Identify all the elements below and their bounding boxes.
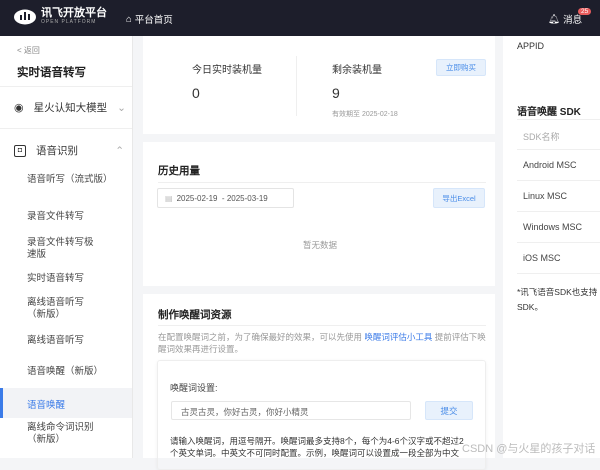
home-icon: ⌂ — [126, 13, 132, 25]
sdk-table-header: SDK名称 — [523, 132, 560, 142]
logo-title: 讯飞开放平台 — [41, 7, 107, 19]
sidebar-item[interactable]: 语音唤醒（新版） — [27, 366, 122, 378]
wakeword-title: 制作唤醒词资源 — [158, 309, 232, 321]
bell-icon: 🔔︎ — [548, 13, 561, 25]
sdk-note: *讯飞语音SDK也支持 — [517, 287, 598, 297]
sidebar: < 返回 实时语音转写 ◉ 星火认知大模型 ⌄ ◘ 语音识别 ⌃ 语音听写（流式版） 录… — [0, 36, 133, 458]
remaining-installs-value: 9 — [332, 85, 340, 101]
home-label: 平台首页 — [134, 15, 173, 26]
sdk-note-end: SDK。 — [517, 302, 543, 312]
home-link[interactable]: ⌂ 平台首页 — [126, 12, 173, 27]
today-installs-label: 今日实时装机量 — [192, 65, 262, 76]
sidebar-group-spark[interactable]: ◉ 星火认知大模型 ⌄ — [14, 100, 126, 115]
messages-badge: 25 — [578, 8, 592, 15]
sdk-title: 语音唤醒 SDK — [517, 107, 581, 118]
sidebar-item[interactable]: 离线命令词识别（新版） — [27, 422, 102, 446]
microphone-icon: ◘ — [14, 144, 26, 157]
main-content: 今日实时装机量 0 剩余装机量 9 有效期至 2025-02-18 立即购买 历… — [143, 36, 495, 470]
wakeword-tool-link[interactable]: 唤醒词评估小工具 — [364, 332, 432, 342]
sidebar-page-title: 实时语音转写 — [17, 67, 86, 79]
export-excel-button[interactable]: 导出Excel — [433, 188, 485, 208]
calendar-icon: ▤ — [165, 193, 173, 203]
right-panel: APPID 语音唤醒 SDK SDK名称 Android MSC Linux M… — [503, 36, 600, 458]
messages-button[interactable]: 🔔︎ 消息 25 — [548, 8, 592, 26]
watermark: CSDN @与火星的孩子对话 — [462, 443, 596, 455]
sdk-row[interactable]: Android MSC — [523, 160, 577, 170]
wakeword-settings-panel: 唤醒词设置: 古灵古灵，你好古灵，你好小精灵 提交 请输入唤醒词，用逗号隔开。唤… — [157, 360, 486, 470]
chevron-down-icon: ⌄ — [117, 101, 126, 114]
sdk-row[interactable]: Linux MSC — [523, 191, 567, 201]
history-title: 历史用量 — [158, 165, 200, 177]
empty-state: 暂无数据 — [303, 240, 338, 250]
expiry-date: 有效期至 2025-02-18 — [332, 111, 398, 118]
sidebar-item[interactable]: 离线语音听写 — [27, 335, 122, 347]
date-range-picker[interactable]: ▤ 2025-02-19 - 2025-03-19 — [157, 188, 294, 208]
sidebar-item-active[interactable]: 语音唤醒 — [0, 388, 132, 418]
sidebar-item[interactable]: 实时语音转写 — [27, 273, 122, 285]
sidebar-item-label: 语音唤醒 — [27, 400, 66, 411]
sdk-row[interactable]: Windows MSC — [523, 222, 582, 232]
chevron-up-icon: ⌃ — [115, 144, 124, 157]
back-link[interactable]: < 返回 — [17, 45, 40, 56]
flame-icon: ◉ — [14, 102, 24, 114]
date-range-value: 2025-02-19 - 2025-03-19 — [176, 193, 268, 203]
sidebar-item[interactable]: 录音文件转写极速版 — [27, 237, 97, 261]
sdk-row[interactable]: iOS MSC — [523, 253, 561, 263]
sidebar-item[interactable]: 语音听写（流式版） — [27, 174, 122, 186]
group-label: 星火认知大模型 — [33, 102, 108, 114]
group-label: 语音识别 — [36, 145, 78, 157]
wakeword-hint: 请输入唤醒词，用逗号隔开。唤醒词最多支持8个，每个为4-6个汉字或不超过2个英文… — [170, 436, 464, 458]
buy-now-button[interactable]: 立即购买 — [436, 59, 486, 76]
logo-icon — [14, 9, 36, 24]
top-header: 讯飞开放平台 OPEN PLATFORM ⌂ 平台首页 🔔︎ 消息 25 — [0, 0, 600, 36]
logo-subtitle: OPEN PLATFORM — [41, 19, 97, 25]
today-installs-value: 0 — [192, 85, 200, 101]
sidebar-group-speech[interactable]: ◘ 语音识别 ⌃ — [14, 143, 124, 158]
remaining-installs-label: 剩余装机量 — [332, 65, 382, 76]
logo[interactable]: 讯飞开放平台 OPEN PLATFORM — [14, 8, 107, 25]
wakeword-setting-label: 唤醒词设置: — [170, 383, 218, 393]
submit-button[interactable]: 提交 — [425, 401, 473, 420]
sidebar-item[interactable]: 离线语音听写（新版） — [27, 297, 101, 321]
sidebar-item[interactable]: 录音文件转写 — [27, 211, 122, 223]
appid-label: APPID — [517, 41, 545, 51]
desc-text: 在配置唤醒词之前，为了确保最好的效果，可以先使用 — [158, 332, 365, 342]
wakeword-description: 在配置唤醒词之前，为了确保最好的效果，可以先使用 唤醒词评估小工具 提前评估下唤… — [158, 331, 488, 355]
wakeword-input[interactable]: 古灵古灵，你好古灵，你好小精灵 — [171, 401, 411, 420]
